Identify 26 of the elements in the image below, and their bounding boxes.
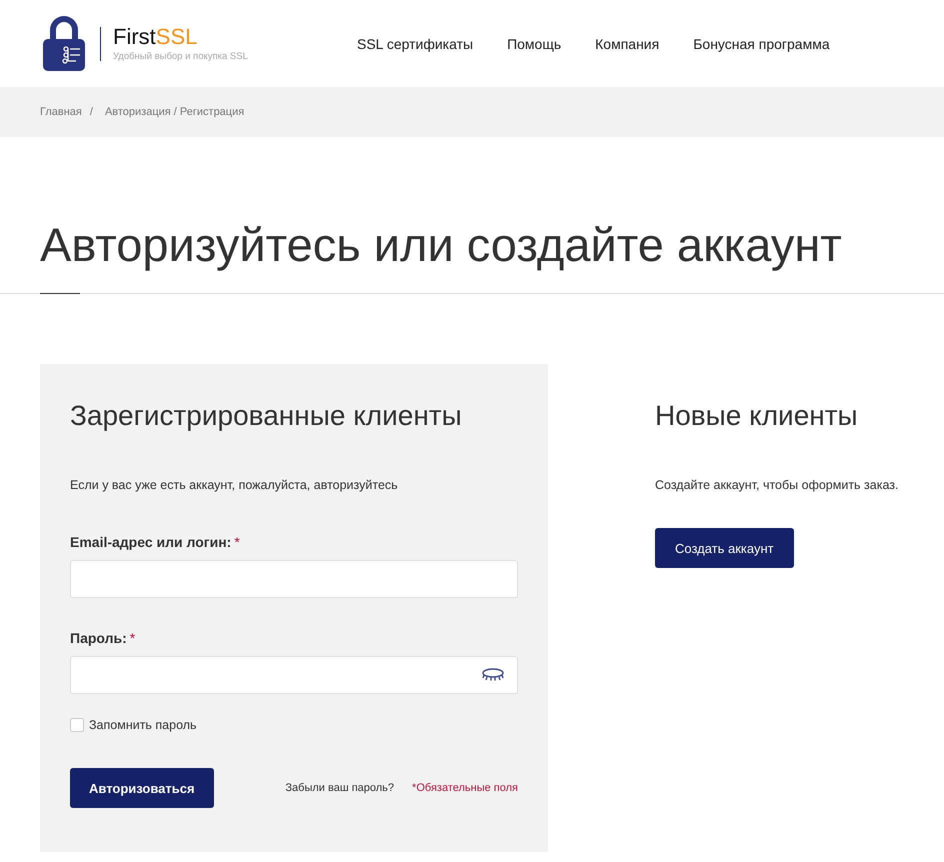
nav-link[interactable]: Помощь <box>507 36 562 52</box>
field-label: Пароль: * <box>70 630 136 646</box>
nav-link[interactable]: Бонусная программа <box>693 36 830 52</box>
forgot-password-link[interactable]: Забыли ваш пароль? <box>285 782 394 794</box>
padlock-icon <box>40 14 88 72</box>
required-note: *Обязательные поля <box>412 782 518 794</box>
nav-link[interactable]: Компания <box>595 36 660 52</box>
checkbox-label[interactable]: Запомнить пароль <box>89 718 197 732</box>
breadcrumb-link[interactable]: Авторизация / Регистрация <box>104 106 244 118</box>
nav-link[interactable]: SSL сертификаты <box>357 36 474 52</box>
checkbox[interactable] <box>70 718 84 732</box>
register-text: Создайте аккаунт, чтобы оформить заказ. <box>655 478 898 492</box>
intro-text: Если у вас уже есть аккаунт, пожалуйста, авторизуйтесь <box>70 478 399 492</box>
field-label: Email-адрес или логин: * <box>70 534 240 550</box>
brand-tagline: Удобный выбор и покупка SSL <box>113 50 248 62</box>
breadcrumb-separator: / <box>90 106 93 118</box>
breadcrumb-link[interactable]: Главная <box>40 106 82 118</box>
login-button[interactable]: Авторизоваться <box>70 768 214 808</box>
page-title: Авторизуйтесь или создайте аккаунт <box>40 217 843 273</box>
section-title: Зарегистрированные клиенты <box>70 400 463 432</box>
password-field[interactable] <box>70 656 518 694</box>
brand-name[interactable]: FirstSSL <box>113 26 248 48</box>
section-title: Новые клиенты <box>655 400 859 432</box>
create-account-button[interactable]: Создать аккаунт <box>655 528 794 568</box>
eye-icon[interactable] <box>481 667 505 683</box>
input-field[interactable] <box>70 560 518 598</box>
